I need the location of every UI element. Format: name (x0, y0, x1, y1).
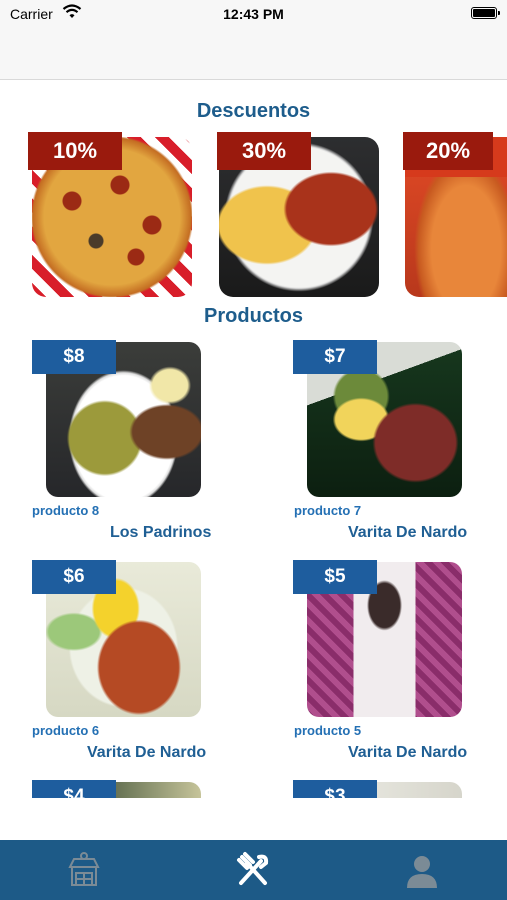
status-bar: Carrier 12:43 PM (0, 0, 507, 28)
price-badge: $7 (293, 340, 377, 374)
price-badge: $5 (293, 560, 377, 594)
product-name: producto 6 (32, 723, 100, 738)
store-name[interactable]: Los Padrinos (110, 524, 290, 542)
product-name: producto 5 (294, 723, 362, 738)
store-icon (68, 852, 100, 886)
price-badge: $3 (293, 780, 377, 798)
store-name[interactable]: Varita De Nardo (348, 524, 507, 542)
navigation-bar (0, 28, 507, 80)
product-name: producto 7 (294, 503, 362, 518)
tab-stores[interactable] (54, 850, 114, 892)
price-badge: $4 (32, 780, 116, 798)
price-badge: $6 (32, 560, 116, 594)
user-icon (407, 856, 437, 888)
store-name[interactable]: Varita De Nardo (348, 744, 507, 762)
price-badge: $8 (32, 340, 116, 374)
store-name[interactable]: Varita De Nardo (87, 744, 267, 762)
product-name: producto 8 (32, 503, 100, 518)
clock-label: 12:43 PM (223, 6, 284, 22)
main-content[interactable]: Descuentos 10% 30% 20% Productos $8 prod… (0, 80, 507, 798)
tab-restaurants[interactable] (223, 850, 283, 892)
descuentos-title: Descuentos (196, 100, 311, 122)
tab-profile[interactable] (392, 850, 452, 892)
productos-title: Productos (204, 305, 303, 327)
fork-knife-icon (237, 852, 269, 885)
tab-bar (0, 840, 507, 900)
discount-badge: 10% (28, 132, 122, 170)
battery-icon (471, 7, 500, 19)
discount-badge: 20% (403, 132, 493, 170)
discount-badge: 30% (217, 132, 311, 170)
